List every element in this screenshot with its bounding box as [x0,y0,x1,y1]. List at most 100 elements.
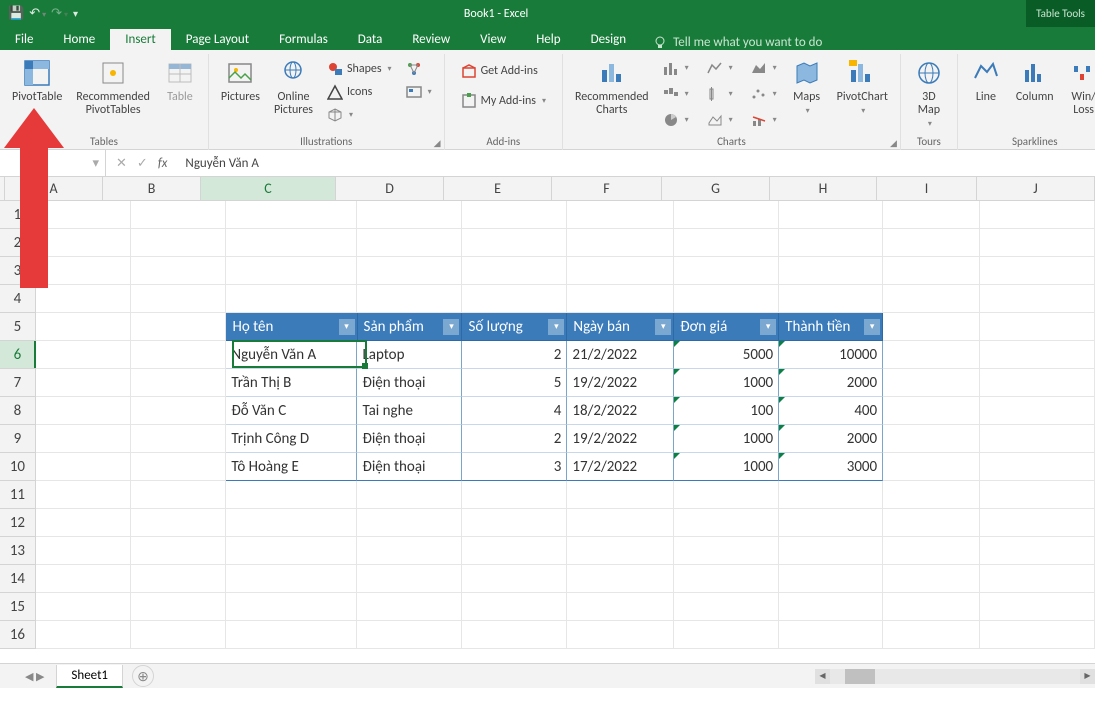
tab-formulas[interactable]: Formulas [264,29,343,50]
cell-H12[interactable] [779,509,883,537]
undo-icon[interactable]: ↶▾ [29,6,46,21]
cell-F3[interactable] [567,257,674,285]
cell-A11[interactable] [36,481,131,509]
cell-D6[interactable]: Laptop [357,341,462,369]
cell-E10[interactable]: 3 [462,453,567,481]
cell-D1[interactable] [357,201,462,229]
cell-G16[interactable] [674,621,779,649]
cell-E3[interactable] [462,257,567,285]
worksheet[interactable]: ABCDEFGHIJ 12345Họ tên▾Sản phẩm▾Số lượng… [0,177,1095,663]
cell-C8[interactable]: Đỗ Văn C [226,397,357,425]
qat-customize-icon[interactable]: ▾ [73,7,78,20]
cell-A3[interactable] [36,257,131,285]
cell-A12[interactable] [36,509,131,537]
tab-design[interactable]: Design [576,29,641,50]
cell-A6[interactable] [36,341,131,369]
row-header-3[interactable]: 3 [0,257,36,285]
row-header-11[interactable]: 11 [0,481,36,509]
cell-J16[interactable] [980,621,1095,649]
row-header-15[interactable]: 15 [0,593,36,621]
cell-H6[interactable]: 10000 [779,341,883,369]
cell-I13[interactable] [883,537,980,565]
cell-F10[interactable]: 17/2/2022 [567,453,674,481]
tab-help[interactable]: Help [521,29,575,50]
cell-B14[interactable] [131,565,226,593]
cell-B15[interactable] [131,593,226,621]
cell-I12[interactable] [883,509,980,537]
sheet-tab-sheet1[interactable]: Sheet1 [56,665,123,688]
column-header-A[interactable]: A [5,177,103,200]
tab-view[interactable]: View [465,29,521,50]
row-header-1[interactable]: 1 [0,201,36,229]
cell-D11[interactable] [357,481,462,509]
cell-I2[interactable] [883,229,980,257]
cell-G15[interactable] [674,593,779,621]
cell-D16[interactable] [357,621,462,649]
cell-G5[interactable]: Đơn giá▾ [674,313,779,341]
column-header-J[interactable]: J [977,177,1095,200]
cell-H15[interactable] [779,593,883,621]
cell-B7[interactable] [131,369,226,397]
cell-E13[interactable] [462,537,567,565]
cell-C2[interactable] [226,229,357,257]
row-header-16[interactable]: 16 [0,621,36,649]
cell-D15[interactable] [357,593,462,621]
cell-D10[interactable]: Điện thoại [357,453,462,481]
get-addins-button[interactable]: Get Add-ins [455,60,552,82]
cell-H16[interactable] [779,621,883,649]
cell-B16[interactable] [131,621,226,649]
cell-F6[interactable]: 21/2/2022 [567,341,674,369]
cell-E11[interactable] [462,481,567,509]
cell-C10[interactable]: Tô Hoàng E [226,453,357,481]
cell-C11[interactable] [226,481,357,509]
tab-file[interactable]: File [0,29,48,50]
sparkline-winloss-button[interactable]: Win/ Loss [1062,54,1095,122]
table-button[interactable]: Table [158,54,202,122]
cell-C3[interactable] [226,257,357,285]
cell-D9[interactable]: Điện thoại [357,425,462,453]
line-chart-button[interactable]: ▾ [701,58,739,78]
online-pictures-button[interactable]: Online Pictures [268,54,319,122]
cell-I3[interactable] [883,257,980,285]
cell-G2[interactable] [674,229,779,257]
cell-H3[interactable] [779,257,883,285]
column-header-H[interactable]: H [770,177,877,200]
cell-F13[interactable] [567,537,674,565]
tab-review[interactable]: Review [397,29,465,50]
area-chart-button[interactable]: ▾ [745,58,783,78]
cell-I15[interactable] [883,593,980,621]
cell-J12[interactable] [980,509,1095,537]
cell-I4[interactable] [883,285,980,313]
cell-E14[interactable] [462,565,567,593]
cell-E7[interactable]: 5 [462,369,567,397]
cell-G6[interactable]: 5000 [674,341,779,369]
row-header-8[interactable]: 8 [0,397,36,425]
cell-A14[interactable] [36,565,131,593]
cell-H13[interactable] [779,537,883,565]
tab-page-layout[interactable]: Page Layout [171,29,264,50]
redo-icon[interactable]: ↷▾ [51,6,68,21]
cell-B1[interactable] [131,201,226,229]
cell-G14[interactable] [674,565,779,593]
cell-D7[interactable]: Điện thoại [357,369,462,397]
fx-icon[interactable]: fx [158,156,168,171]
cell-C14[interactable] [226,565,357,593]
filter-icon[interactable]: ▾ [760,319,776,335]
cell-F5[interactable]: Ngày bán▾ [567,313,674,341]
cell-G10[interactable]: 1000 [674,453,779,481]
cell-D4[interactable] [357,285,462,313]
cell-F15[interactable] [567,593,674,621]
cell-G13[interactable] [674,537,779,565]
cell-J2[interactable] [980,229,1095,257]
filter-icon[interactable]: ▾ [548,319,564,335]
row-header-13[interactable]: 13 [0,537,36,565]
cell-C5[interactable]: Họ tên▾ [226,313,357,341]
cell-H1[interactable] [779,201,883,229]
cell-G1[interactable] [674,201,779,229]
cell-I8[interactable] [883,397,980,425]
cell-A10[interactable] [36,453,131,481]
column-header-I[interactable]: I [877,177,977,200]
cell-E8[interactable]: 4 [462,397,567,425]
recommended-charts-button[interactable]: Recommended Charts [569,54,655,122]
cell-A13[interactable] [36,537,131,565]
